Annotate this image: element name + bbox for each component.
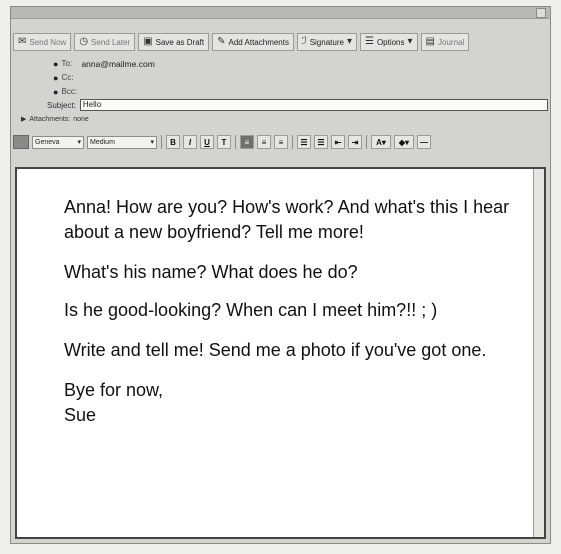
options-label: Options — [376, 37, 405, 47]
send-later-label: Send Later — [91, 37, 131, 47]
email-window: ✉ Send Now ◷ Send Later ▣ Save as Draft … — [10, 6, 551, 544]
subject-label: Subject: — [47, 100, 76, 110]
size-value: Medium — [90, 138, 115, 146]
bcc-label: Bcc: — [61, 87, 77, 96]
cc-label: Cc: — [61, 73, 74, 82]
send-later-button[interactable]: ◷ Send Later — [74, 33, 136, 51]
options-button[interactable]: ☰ Options ▾ — [359, 33, 418, 51]
message-paragraph: What's his name? What does he do? — [64, 262, 358, 282]
formatting-toolbar: Geneva ▾ Medium ▾ B I U T ≡ ≡ ≡ ☰ ☰ ⇤ ⇥ … — [13, 133, 548, 151]
message-text: Anna! How are you? How's work? And what'… — [64, 195, 534, 443]
italic-button[interactable]: I — [183, 135, 197, 149]
attachments-label: Attachments: — [29, 115, 71, 123]
save-draft-label: Save as Draft — [155, 37, 205, 47]
to-field[interactable]: anna@mailme.com — [81, 59, 154, 69]
message-paragraph: Bye for now, — [64, 380, 164, 400]
chevron-down-icon: ▾ — [407, 36, 413, 47]
disk-icon: ▣ — [143, 36, 153, 47]
send-now-button[interactable]: ✉ Send Now — [13, 33, 72, 51]
chevron-down-icon: ▾ — [150, 139, 154, 146]
signature-button[interactable]: ℐ Signature ▾ — [296, 33, 357, 51]
journal-button[interactable]: ▤ Journal — [420, 33, 470, 51]
subject-field[interactable]: Hello — [79, 99, 548, 111]
font-value: Geneva — [35, 138, 60, 146]
align-right-icon[interactable]: ≡ — [274, 135, 288, 149]
vertical-scrollbar[interactable] — [533, 169, 544, 537]
attachments-row[interactable]: ▶ Attachments: none — [21, 115, 89, 124]
disclosure-triangle-icon[interactable]: ▶ — [21, 115, 26, 123]
bold-button[interactable]: B — [166, 135, 180, 149]
contact-icon: ● — [53, 86, 59, 97]
divider — [161, 135, 162, 149]
divider — [292, 135, 293, 149]
send-icon: ✉ — [18, 36, 27, 47]
send-now-label: Send Now — [29, 37, 67, 47]
subject-row: Subject: Hello — [47, 99, 548, 111]
add-attachments-button[interactable]: ✎ Add Attachments — [212, 33, 294, 51]
message-paragraph: Anna! How are you? How's work? And what'… — [64, 197, 510, 242]
paperclip-icon: ✎ — [217, 36, 226, 47]
options-icon: ☰ — [364, 36, 374, 47]
outdent-icon[interactable]: ⇤ — [331, 135, 345, 149]
close-window-icon[interactable] — [536, 8, 546, 18]
attachments-value: none — [73, 115, 89, 123]
size-select[interactable]: Medium ▾ — [87, 135, 157, 149]
contact-icon: ● — [53, 58, 59, 69]
bcc-row[interactable]: ● Bcc: — [53, 85, 81, 98]
chevron-down-icon: ▾ — [77, 139, 81, 146]
horizontal-rule-icon[interactable]: — — [417, 135, 431, 149]
title-bar — [11, 7, 550, 19]
contact-icon: ● — [53, 72, 59, 83]
bullet-list-icon[interactable]: ☰ — [314, 135, 328, 149]
chevron-down-icon: ▾ — [346, 36, 352, 47]
color-swatch-icon[interactable] — [13, 135, 29, 149]
message-signature: Sue — [64, 405, 97, 425]
text-color-icon[interactable]: A▾ — [371, 135, 391, 149]
add-attachments-label: Add Attachments — [228, 37, 289, 47]
align-left-icon[interactable]: ≡ — [240, 135, 254, 149]
compose-toolbar: ✉ Send Now ◷ Send Later ▣ Save as Draft … — [13, 31, 548, 53]
save-draft-button[interactable]: ▣ Save as Draft — [138, 33, 210, 51]
indent-icon[interactable]: ⇥ — [348, 135, 362, 149]
address-block: ● To: anna@mailme.com ● Cc: ● Bcc: Subje… — [13, 57, 548, 127]
to-row[interactable]: ● To: anna@mailme.com — [53, 57, 155, 70]
highlight-icon[interactable]: ◆▾ — [394, 135, 414, 149]
journal-icon: ▤ — [425, 36, 435, 47]
cc-row[interactable]: ● Cc: — [53, 71, 81, 84]
journal-label: Journal — [438, 37, 465, 47]
signature-icon: ℐ — [301, 36, 307, 47]
message-paragraph: Is he good-looking? When can I meet him?… — [64, 300, 438, 320]
text-style-button[interactable]: T — [217, 135, 231, 149]
divider — [366, 135, 367, 149]
underline-button[interactable]: U — [200, 135, 214, 149]
message-body-editor[interactable]: Anna! How are you? How's work? And what'… — [15, 167, 546, 539]
align-center-icon[interactable]: ≡ — [257, 135, 271, 149]
to-label: To: — [61, 59, 73, 68]
signature-label: Signature — [309, 37, 344, 47]
clock-icon: ◷ — [79, 36, 89, 47]
message-paragraph: Write and tell me! Send me a photo if yo… — [64, 340, 487, 360]
divider — [235, 135, 236, 149]
numbered-list-icon[interactable]: ☰ — [297, 135, 311, 149]
font-select[interactable]: Geneva ▾ — [32, 135, 84, 149]
